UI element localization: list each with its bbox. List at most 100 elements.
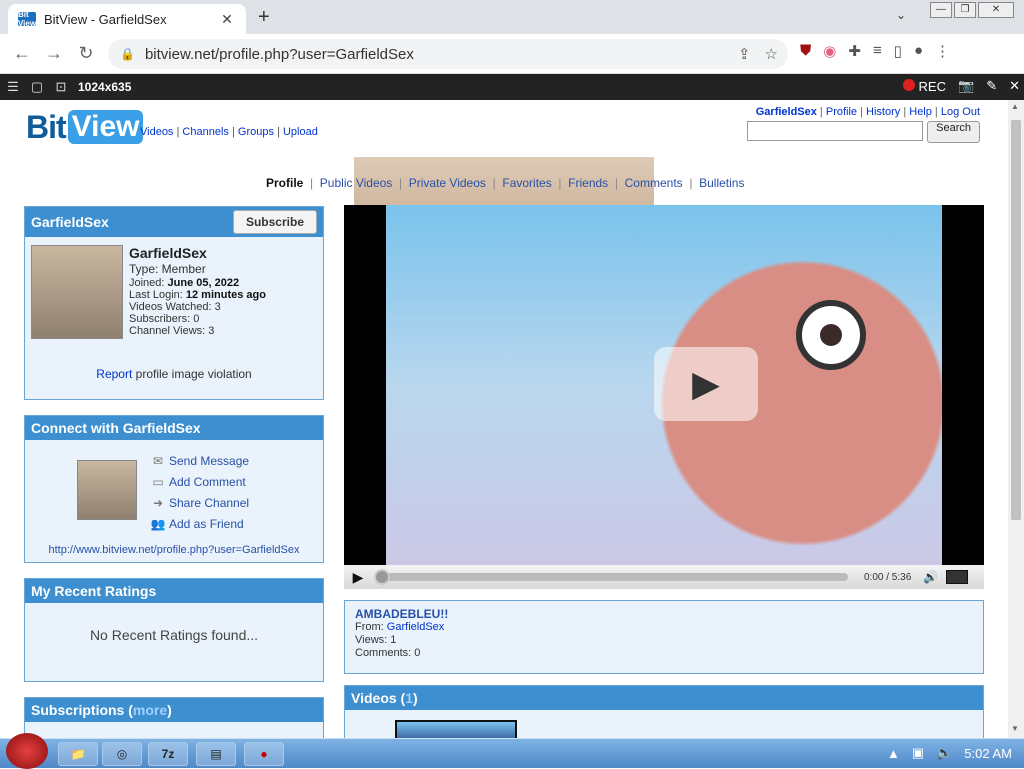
page-scrollbar[interactable]: ▲ ▼ (1008, 100, 1024, 738)
fullscreen-icon[interactable] (946, 570, 969, 584)
tray-arrow-icon[interactable]: ▲ (887, 746, 900, 761)
profile-type: Type: Member (129, 262, 206, 276)
extension-icon[interactable]: ◉ (823, 42, 836, 60)
tab-comments[interactable]: Comments (625, 176, 683, 190)
reload-icon[interactable]: ↻ (70, 43, 102, 64)
subscribe-button[interactable]: Subscribe (232, 210, 317, 234)
tab-search-icon[interactable]: ⌄ (896, 8, 906, 22)
new-tab-button[interactable]: + (258, 6, 270, 29)
url-text[interactable]: bitview.net/profile.php?user=GarfieldSex (145, 46, 414, 63)
puzzle-icon[interactable]: ✚ (848, 42, 861, 60)
video-thumbnail[interactable] (395, 720, 517, 738)
subscriptions-more-link[interactable]: more (133, 702, 167, 718)
resize-icon[interactable]: ⊡ (50, 79, 72, 95)
bookmark-star-icon[interactable]: ☆ (765, 45, 778, 63)
last-login-value: 12 minutes ago (185, 289, 266, 301)
browser-tab[interactable]: Bit View BitView - GarfieldSex ✕ (8, 4, 246, 34)
profile-url-link[interactable]: http://www.bitview.net/profile.php?user=… (25, 544, 323, 556)
user-link-history[interactable]: History (866, 106, 900, 118)
user-link-profile[interactable]: Profile (826, 106, 857, 118)
user-link-logout[interactable]: Log Out (941, 106, 980, 118)
nav-channels[interactable]: Channels (182, 126, 228, 138)
videos-count-link[interactable]: 1 (405, 690, 413, 706)
close-window-button[interactable]: ✕ (978, 2, 1014, 18)
profile-box-title: GarfieldSex (31, 214, 109, 230)
media-icon[interactable]: ≡ (873, 42, 882, 60)
add-friend-link[interactable]: 👥 Add as Friend (149, 513, 249, 534)
taskbar-folder-icon[interactable]: 📁 (58, 742, 98, 766)
video-frame[interactable]: ▶ (386, 205, 942, 565)
menu-dots-icon[interactable]: ⋮ (935, 42, 950, 60)
from-label: From: (355, 621, 384, 633)
from-user-link[interactable]: GarfieldSex (387, 621, 444, 633)
menu-icon[interactable]: ☰ (2, 79, 24, 95)
tab-favorites[interactable]: Favorites (502, 176, 551, 190)
connect-avatar[interactable] (77, 460, 137, 520)
user-link-name[interactable]: GarfieldSex (756, 106, 817, 118)
taskbar-recorder-icon[interactable]: ● (244, 742, 284, 766)
tab-private-videos[interactable]: Private Videos (409, 176, 486, 190)
profile-box: GarfieldSex Subscribe GarfieldSex Type: … (24, 206, 324, 400)
search-button[interactable]: Search (927, 121, 980, 143)
nav-upload[interactable]: Upload (283, 126, 318, 138)
taskbar-7zip-icon[interactable]: 7z (148, 742, 188, 766)
play-button-icon[interactable]: ▶ (344, 569, 372, 586)
restore-button[interactable]: ❐ (954, 2, 976, 18)
tab-bulletins[interactable]: Bulletins (699, 176, 744, 190)
video-from: From: GarfieldSex (355, 621, 973, 634)
videos-box: Videos (1) (344, 685, 984, 738)
user-link-help[interactable]: Help (909, 106, 932, 118)
video-title-link[interactable]: AMBADEBLEU!! (355, 607, 973, 621)
close-icon[interactable]: ✕ (1009, 78, 1020, 94)
pencil-icon[interactable]: ✎ (986, 78, 997, 94)
add-comment-link[interactable]: ▭ Add Comment (149, 471, 249, 492)
back-icon[interactable]: ← (6, 43, 38, 64)
system-tray: ▲ ▣ 🔈 5:02 AM (887, 745, 1012, 761)
scroll-down-icon[interactable]: ▼ (1011, 724, 1019, 733)
share-icon[interactable]: ⇪ (738, 45, 751, 63)
avatar[interactable] (31, 245, 123, 339)
scroll-thumb[interactable] (1011, 120, 1021, 520)
search-input[interactable] (747, 121, 924, 141)
volume-tray-icon[interactable]: 🔈 (936, 745, 952, 761)
profile-tabs: Profile | Public Videos | Private Videos… (266, 176, 745, 190)
share-channel-label: Share Channel (169, 495, 250, 510)
window-icon[interactable]: ▢ (26, 79, 48, 95)
seek-knob[interactable] (374, 569, 390, 585)
profile-videos-watched: Videos Watched: 3 (129, 301, 221, 313)
taskbar-chrome-icon[interactable]: ◎ (102, 742, 142, 766)
camera-icon[interactable]: 📷 (958, 78, 974, 94)
tab-friends[interactable]: Friends (568, 176, 608, 190)
omnibox[interactable]: 🔒 bitview.net/profile.php?user=GarfieldS… (108, 39, 788, 69)
profile-last-login: Last Login: 12 minutes ago (129, 289, 266, 301)
nav-videos[interactable]: Videos (140, 126, 173, 138)
tab-public-videos[interactable]: Public Videos (320, 176, 393, 190)
bitview-logo[interactable]: Bit View (26, 108, 144, 146)
start-button[interactable] (6, 733, 48, 769)
seek-bar[interactable] (374, 569, 848, 585)
scroll-up-icon[interactable]: ▲ (1011, 102, 1019, 111)
network-icon[interactable]: ▣ (912, 745, 924, 761)
joined-label: Joined: (129, 277, 165, 289)
tab-profile[interactable]: Profile (266, 176, 303, 190)
forward-icon[interactable]: → (38, 43, 70, 64)
side-panel-icon[interactable]: ▯ (894, 42, 902, 60)
clock[interactable]: 5:02 AM (964, 746, 1012, 761)
profile-avatar-icon[interactable]: ● (914, 42, 923, 60)
volume-icon[interactable]: 🔊 (923, 570, 938, 584)
video-player[interactable]: ▶ ▶ 0:00 / 5:36 🔊 (344, 205, 984, 589)
taskbar-explorer-icon[interactable]: ▤ (196, 742, 236, 766)
os-taskbar: 📁 ◎ 7z ▤ ● ▲ ▣ 🔈 5:02 AM (0, 733, 1024, 769)
record-button[interactable]: REC (902, 78, 946, 94)
nav-groups[interactable]: Groups (238, 126, 274, 138)
report-link[interactable]: Report (96, 367, 132, 381)
play-overlay-icon[interactable]: ▶ (654, 347, 758, 421)
send-message-link[interactable]: ✉ Send Message (149, 450, 249, 471)
share-channel-link[interactable]: ➜ Share Channel (149, 492, 249, 513)
minimize-button[interactable]: — (930, 2, 952, 18)
profile-channel-views: Channel Views: 3 (129, 325, 215, 337)
ublock-icon[interactable]: ⛊ (800, 42, 811, 60)
lock-icon[interactable]: 🔒 (120, 47, 135, 61)
no-ratings-text: No Recent Ratings found... (89, 627, 259, 643)
close-tab-icon[interactable]: ✕ (218, 11, 236, 28)
